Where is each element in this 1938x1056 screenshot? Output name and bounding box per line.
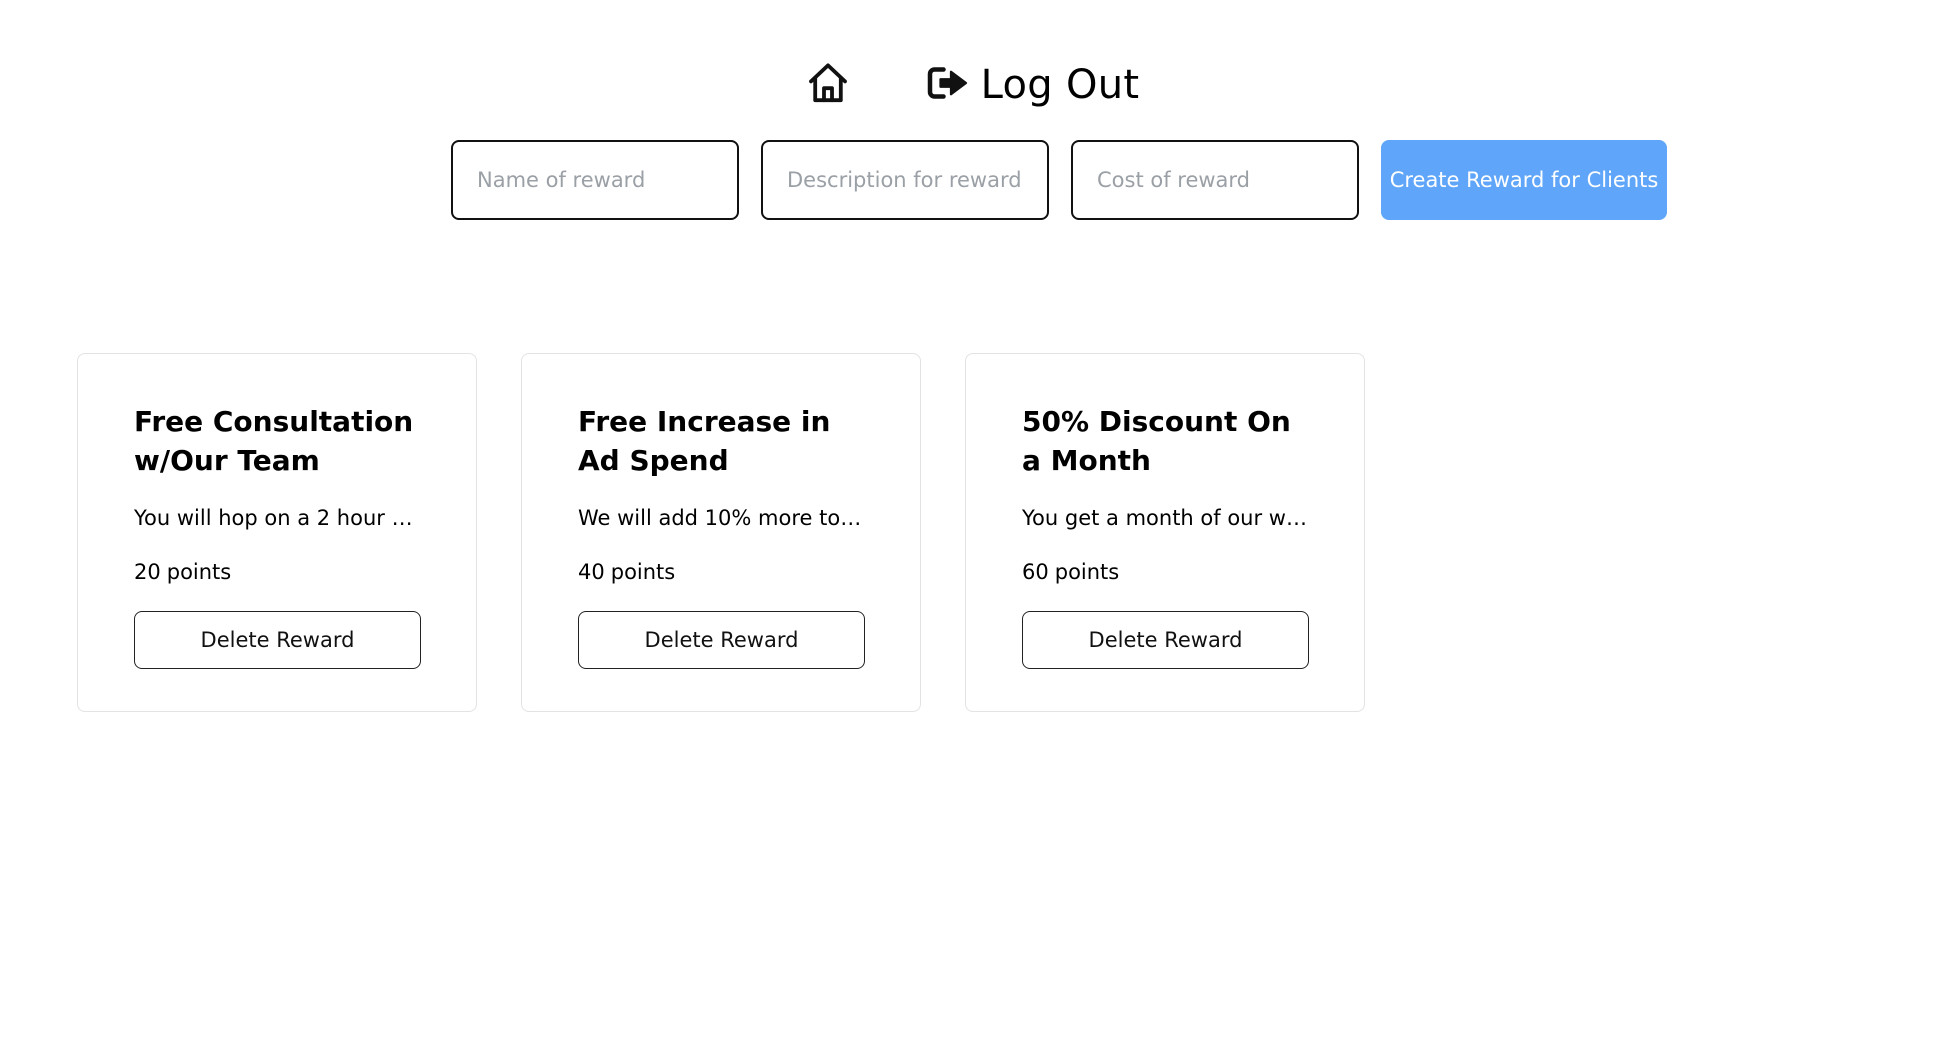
sign-out-icon <box>927 65 981 105</box>
reward-name-input[interactable] <box>451 140 739 220</box>
reward-description-input[interactable] <box>761 140 1049 220</box>
reward-card: Free Increase in Ad Spend We will add 10… <box>521 353 921 712</box>
logout-label: Log Out <box>980 62 1140 108</box>
home-link[interactable] <box>799 56 857 114</box>
reward-title: Free Increase in Ad Spend <box>578 405 831 477</box>
create-reward-form: Create Reward for Clients <box>451 140 1667 220</box>
reward-cost-value: 60 <box>1022 560 1049 584</box>
reward-card: 50% Discount On a Month You get a month … <box>965 353 1365 712</box>
reward-description: You will hop on a 2 hour ca... <box>134 506 420 530</box>
reward-list: Free Consultation w/Our Team You will ho… <box>77 353 1365 712</box>
reward-cost: 20 points <box>134 557 420 587</box>
reward-cost: 40 points <box>578 557 864 587</box>
delete-reward-button[interactable]: Delete Reward <box>578 611 865 669</box>
delete-reward-button[interactable]: Delete Reward <box>1022 611 1309 669</box>
delete-reward-button[interactable]: Delete Reward <box>134 611 421 669</box>
home-icon <box>804 59 852 111</box>
reward-card: Free Consultation w/Our Team You will ho… <box>77 353 477 712</box>
reward-cost-unit: points <box>610 560 676 584</box>
reward-cost-value: 40 <box>578 560 605 584</box>
reward-cost-value: 20 <box>134 560 161 584</box>
reward-description: We will add 10% more to y... <box>578 506 864 530</box>
top-nav: Log Out <box>0 52 1938 118</box>
reward-cost-input[interactable] <box>1071 140 1359 220</box>
create-reward-button[interactable]: Create Reward for Clients <box>1381 140 1667 220</box>
reward-cost: 60 points <box>1022 557 1308 587</box>
rewards-page: Log Out Create Reward for Clients Free C… <box>0 0 1938 1056</box>
reward-title: 50% Discount On a Month <box>1022 405 1291 477</box>
reward-title: Free Consultation w/Our Team <box>134 405 414 477</box>
reward-description: You get a month of our wo... <box>1022 506 1308 530</box>
reward-cost-unit: points <box>166 560 232 584</box>
reward-cost-unit: points <box>1054 560 1120 584</box>
logout-link[interactable]: Log Out <box>927 62 1140 108</box>
